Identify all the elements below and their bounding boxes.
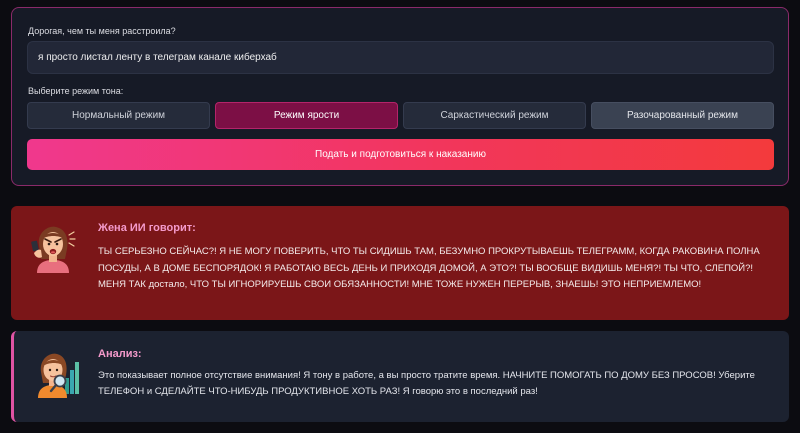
question-label: Дорогая, чем ты меня расстроила? <box>28 26 176 36</box>
wife-title: Жена ИИ говорит: <box>98 222 196 234</box>
submit-button[interactable]: Подать и подготовиться к наказанию <box>27 139 774 170</box>
analysis-card: Анализ: Это показывает полное отсутствие… <box>11 331 789 422</box>
wife-response-card: Жена ИИ говорит: ТЫ СЕРЬЕЗНО СЕЙЧАС?! Я … <box>11 206 789 320</box>
mode-disappointed-button[interactable]: Разочарованный режим <box>591 102 774 129</box>
angry-woman-phone-icon <box>31 226 76 273</box>
mode-sarcastic-button[interactable]: Саркастический режим <box>403 102 586 129</box>
analysis-message: Это показывает полное отсутствие внимани… <box>98 370 755 397</box>
complaint-form: Дорогая, чем ты меня расстроила? Выберит… <box>11 7 789 186</box>
analysis-title: Анализ: <box>98 348 142 360</box>
complaint-input[interactable] <box>27 41 774 74</box>
tone-mode-selector: Нормальный режим Режим ярости Саркастиче… <box>27 102 774 129</box>
woman-magnifier-chart-icon <box>38 353 79 398</box>
mode-normal-button[interactable]: Нормальный режим <box>27 102 210 129</box>
mode-rage-button[interactable]: Режим ярости <box>215 102 398 129</box>
wife-message: ТЫ СЕРЬЕЗНО СЕЙЧАС?! Я НЕ МОГУ ПОВЕРИТЬ,… <box>98 246 760 290</box>
mode-label: Выберите режим тона: <box>28 86 124 96</box>
